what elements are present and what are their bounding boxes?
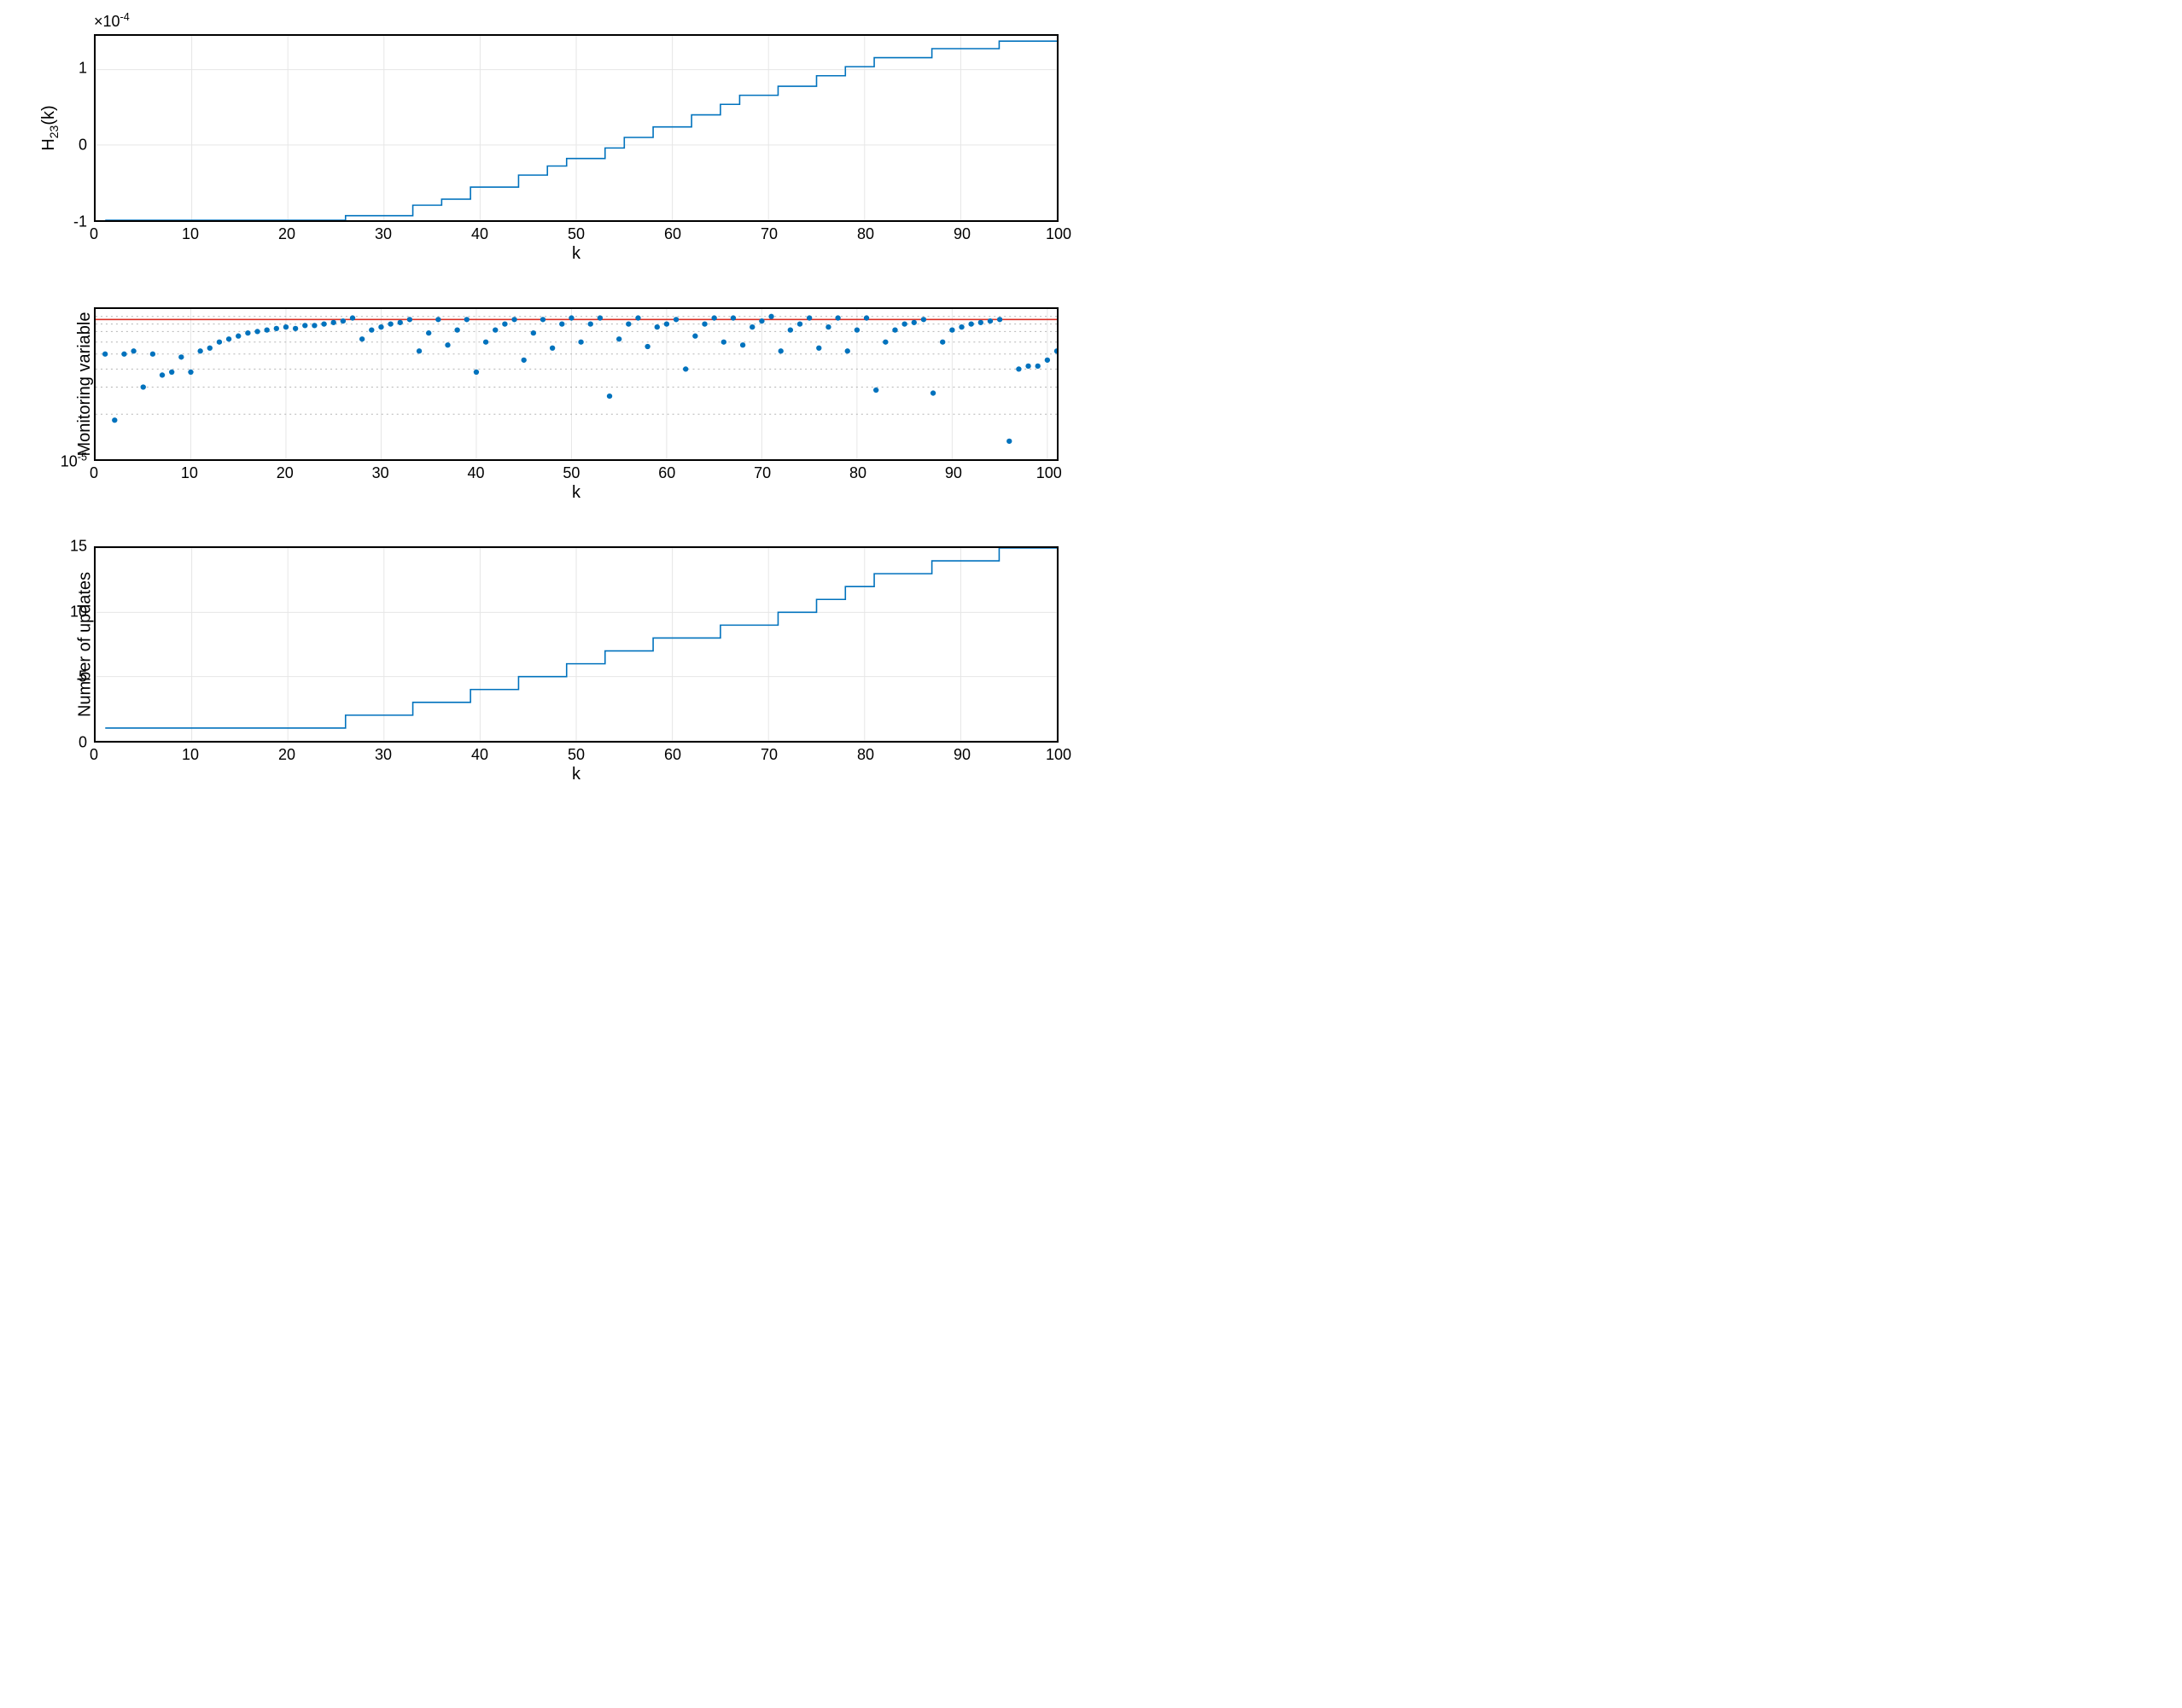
xtick-label: 50	[563, 464, 580, 482]
xtick-label: 70	[761, 225, 778, 243]
xtick-label: 0	[90, 464, 98, 482]
xtick-label: 80	[849, 464, 866, 482]
xtick-label: 10	[182, 746, 199, 764]
xtick-label: 60	[664, 746, 681, 764]
xtick-label: 30	[372, 464, 389, 482]
ytick-label: 10-5	[61, 452, 87, 471]
xtick-label: 80	[857, 225, 874, 243]
xtick-label: 50	[568, 225, 585, 243]
ylabel-top: H23(k)	[39, 105, 61, 150]
xtick-label: 0	[90, 225, 98, 243]
xtick-label: 60	[664, 225, 681, 243]
ytick-label: 1	[79, 60, 87, 78]
xtick-label: 90	[954, 746, 971, 764]
ylabel-mid: Monitoring variable	[75, 312, 95, 457]
chart-mid: Monitoring variable k 010203040506070809…	[94, 307, 1059, 461]
xtick-label: 30	[375, 746, 392, 764]
plot-area	[94, 546, 1059, 743]
xtick-label: 40	[471, 746, 488, 764]
xtick-label: 20	[277, 464, 294, 482]
xtick-label: 50	[568, 746, 585, 764]
xtick-label: 70	[754, 464, 771, 482]
xlabel-top: k	[572, 244, 581, 264]
xtick-label: 10	[181, 464, 198, 482]
chart-bot: Number of updates k 01020304050607080901…	[94, 546, 1059, 743]
xtick-label: 40	[471, 225, 488, 243]
y-exponent: ×10-4	[94, 11, 130, 31]
xtick-label: 30	[375, 225, 392, 243]
xtick-label: 100	[1046, 225, 1071, 243]
xtick-label: 20	[278, 225, 295, 243]
xlabel-bot: k	[572, 765, 581, 784]
xtick-label: 70	[761, 746, 778, 764]
chart-top: ×10-4 H23(k) k 0102030405060708090100-10…	[94, 34, 1059, 222]
xlabel-mid: k	[572, 483, 581, 503]
ytick-label: 10	[70, 603, 87, 621]
xtick-label: 40	[468, 464, 485, 482]
xtick-label: 0	[90, 746, 98, 764]
xtick-label: 20	[278, 746, 295, 764]
ytick-label: 15	[70, 538, 87, 556]
xtick-label: 60	[658, 464, 675, 482]
ytick-label: 5	[79, 668, 87, 686]
figure: ×10-4 H23(k) k 0102030405060708090100-10…	[0, 0, 1091, 854]
plot-area	[94, 307, 1059, 461]
xtick-label: 90	[954, 225, 971, 243]
xtick-label: 100	[1036, 464, 1062, 482]
ytick-label: -1	[73, 213, 87, 231]
xtick-label: 10	[182, 225, 199, 243]
xtick-label: 80	[857, 746, 874, 764]
ytick-label: 0	[79, 137, 87, 154]
ytick-label: 0	[79, 734, 87, 752]
plot-area	[94, 34, 1059, 222]
ylabel-bot: Number of updates	[76, 572, 96, 717]
xtick-label: 90	[945, 464, 962, 482]
xtick-label: 100	[1046, 746, 1071, 764]
